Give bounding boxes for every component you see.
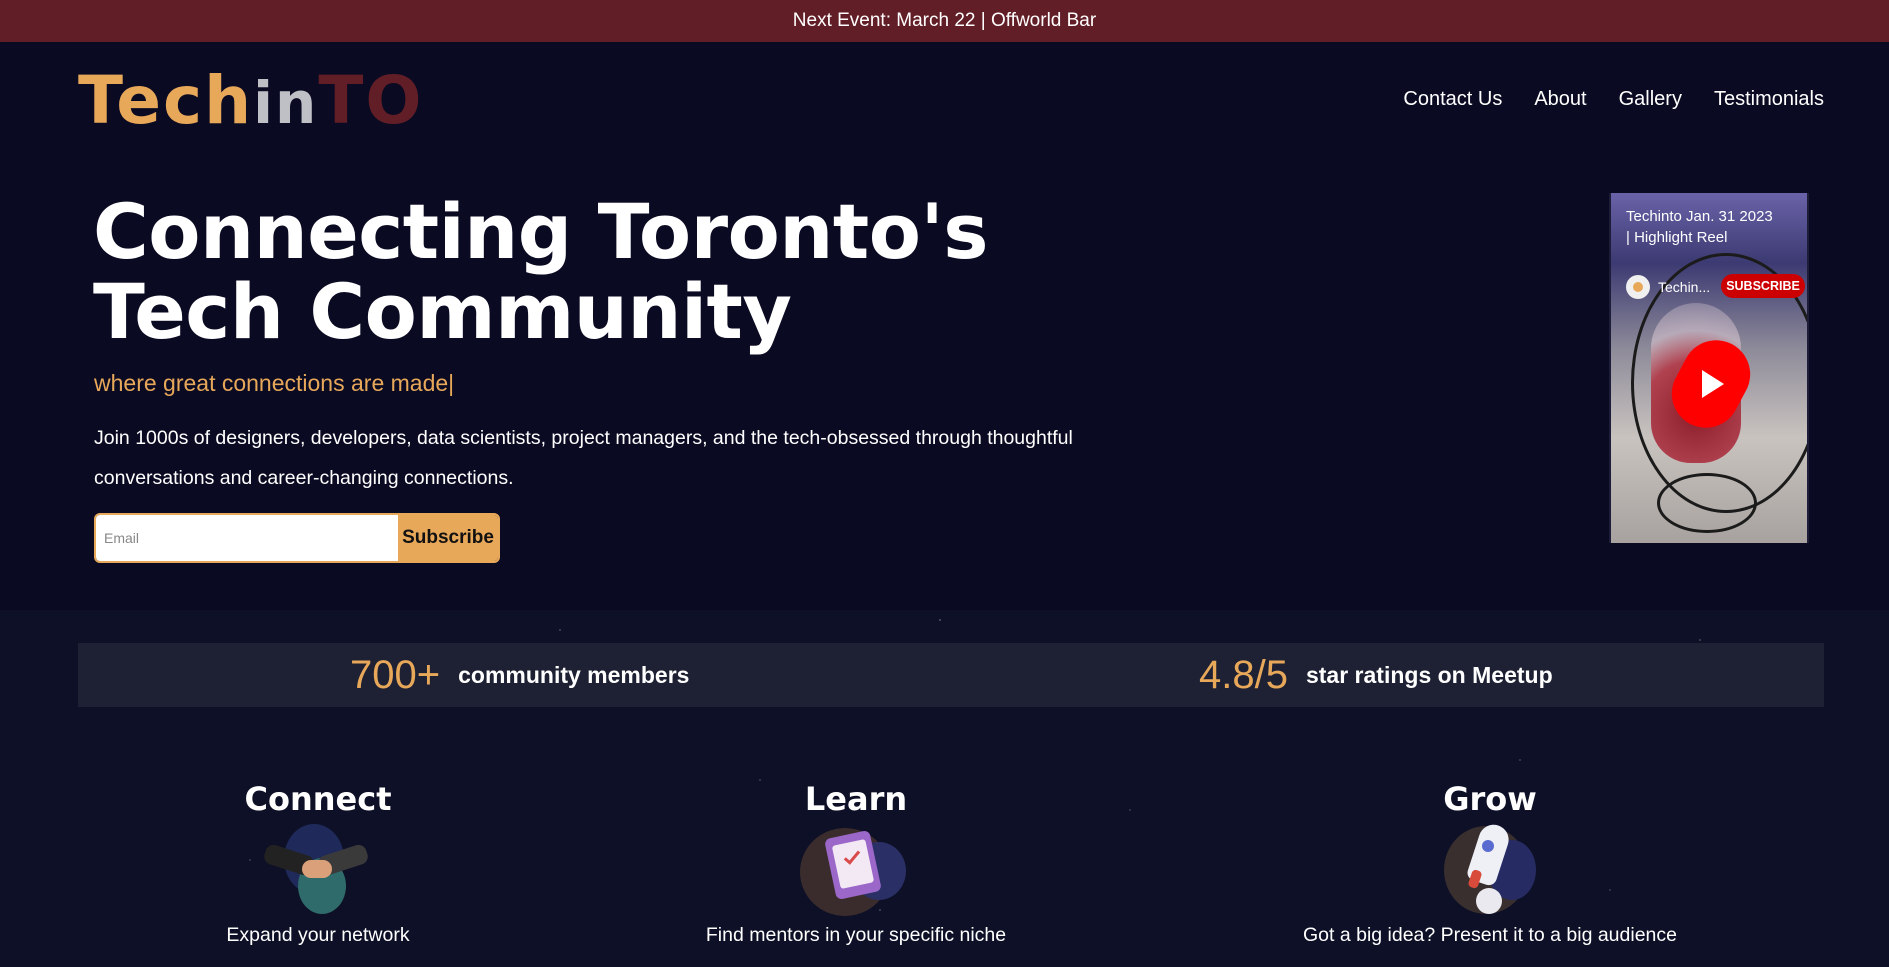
video-channel[interactable]: Techin...: [1626, 275, 1710, 299]
feature-grow-description: Got a big idea? Present it to a big audi…: [1302, 924, 1677, 946]
stat-rating: 4.8/5 star ratings on Meetup: [1199, 643, 1553, 707]
stat-members-label: community members: [458, 661, 690, 688]
channel-avatar[interactable]: [1626, 275, 1650, 299]
nav-testimonials[interactable]: Testimonials: [1714, 88, 1824, 111]
email-input[interactable]: [96, 515, 398, 561]
hero-title: Connecting Toronto's Tech Community: [93, 192, 993, 352]
hero-title-line2: Tech Community: [93, 267, 792, 356]
video-thumbnail-base: [1657, 473, 1757, 533]
stat-rating-label: star ratings on Meetup: [1305, 661, 1553, 688]
feature-connect-description: Expand your network: [226, 924, 410, 946]
nav-about[interactable]: About: [1534, 88, 1586, 111]
feature-learn: Learn Find mentors in your specific nich…: [636, 780, 1076, 947]
subscribe-button[interactable]: Subscribe: [398, 515, 498, 561]
site-header: TechinTO Contact Us About Gallery Testim…: [0, 42, 1889, 162]
hero-title-line1: Connecting Toronto's: [93, 187, 988, 276]
tagline-text: where great connections are made: [94, 370, 449, 396]
handshake-icon: [258, 822, 378, 918]
youtube-subscribe-button[interactable]: SUBSCRIBE: [1721, 274, 1805, 298]
stat-members-value: 700+: [350, 652, 441, 697]
feature-learn-description: Find mentors in your specific niche: [705, 924, 1007, 946]
feature-learn-heading: Learn: [804, 780, 908, 818]
stats-bar: 700+ community members 4.8/5 star rating…: [78, 643, 1824, 707]
techinto-logo[interactable]: TechinTO: [78, 66, 423, 138]
logo-part-to: TO: [318, 62, 424, 139]
feature-connect-heading: Connect: [244, 780, 392, 818]
hero-tagline: where great connections are made|: [94, 370, 454, 397]
nav-gallery[interactable]: Gallery: [1619, 88, 1682, 111]
video-title[interactable]: Techinto Jan. 31 2023 | Highlight Reel: [1626, 206, 1776, 248]
feature-grow: Grow Got a big idea? Present it to a big…: [1270, 780, 1710, 947]
clipboard-check-icon: [796, 822, 916, 918]
youtube-video-embed[interactable]: Techinto Jan. 31 2023 | Highlight Reel T…: [1609, 193, 1809, 543]
feature-connect: Connect Expand your network: [98, 780, 538, 947]
typing-caret: |: [448, 370, 455, 396]
nav-contact-us[interactable]: Contact Us: [1403, 88, 1502, 111]
logo-part-in: in: [253, 69, 319, 137]
stat-rating-value: 4.8/5: [1199, 652, 1288, 697]
announcement-bar: Next Event: March 22 | Offworld Bar: [0, 0, 1889, 42]
feature-grow-heading: Grow: [1443, 780, 1537, 818]
main-nav: Contact Us About Gallery Testimonials: [1403, 88, 1824, 111]
hero-description: Join 1000s of designers, developers, dat…: [94, 427, 1073, 489]
play-triangle-icon: [1702, 370, 1724, 398]
rocket-icon: [1430, 820, 1550, 918]
announcement-text: Next Event: March 22 | Offworld Bar: [792, 10, 1097, 31]
channel-name[interactable]: Techin...: [1658, 279, 1710, 295]
subscribe-form: Subscribe: [94, 513, 500, 563]
stat-members: 700+ community members: [350, 643, 689, 707]
logo-part-tech: Tech: [78, 62, 254, 139]
